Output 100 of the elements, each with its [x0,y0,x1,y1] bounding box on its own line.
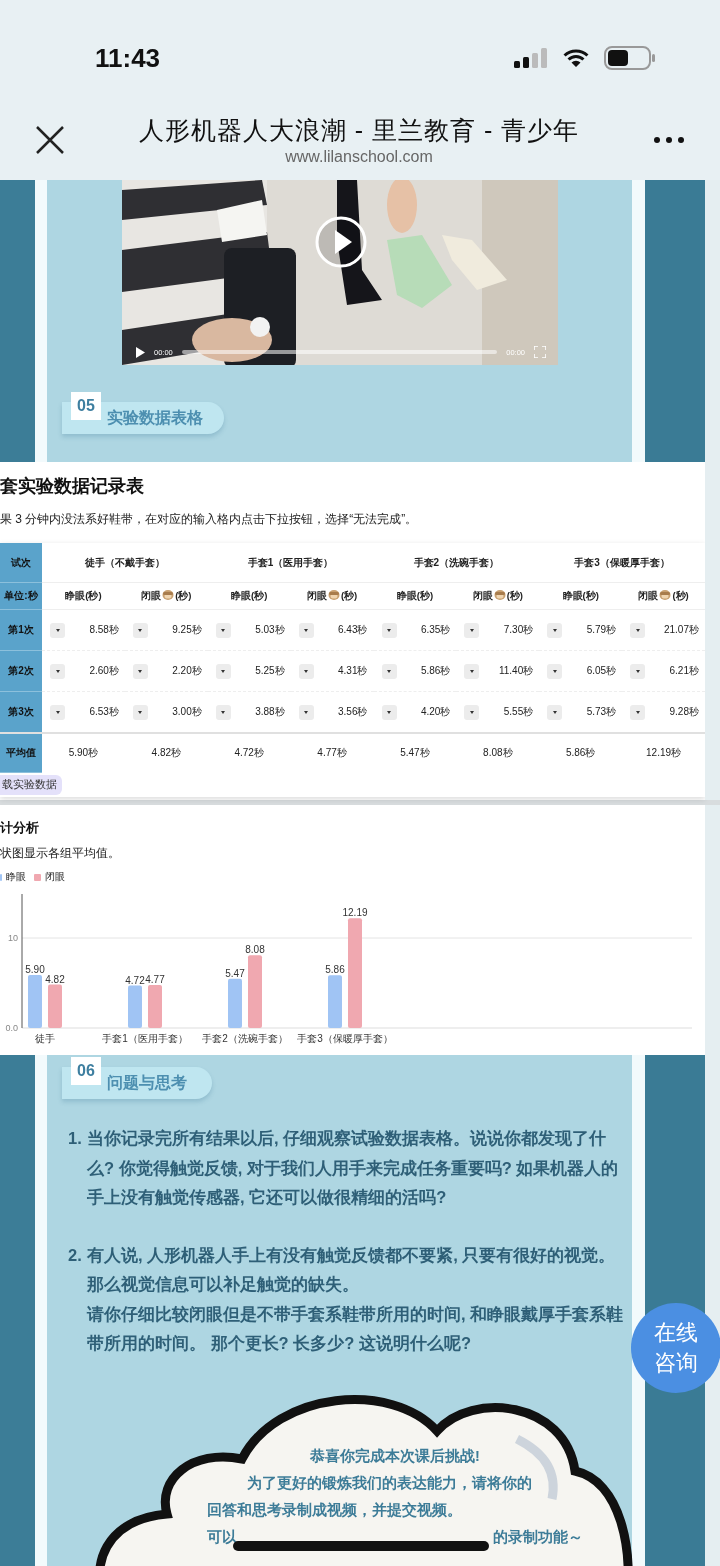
data-label: 5.90 [25,963,45,975]
tick-label: 0.0 [5,1023,18,1033]
dropdown-button[interactable] [50,663,65,679]
dropdown-button[interactable] [298,622,314,638]
dropdown-button[interactable] [132,622,148,638]
table-cell: 6.05秒 [586,664,617,678]
download-button[interactable]: 载实验数据 [0,775,62,795]
cloud-text: 恭喜你完成本次课后挑战! [310,1446,481,1465]
legend-label: 闭眼 [45,870,65,884]
table-cell: 21.07秒 [663,623,699,637]
row-header: 单位:秒 [4,590,38,601]
table-cell: 4.82秒 [151,747,182,759]
table-cell: 5.79秒 [586,623,617,637]
dropdown-button[interactable] [630,704,646,720]
question-text: 有人说, 人形机器人手上有没有触觉反馈都不要紧, 只要有很好的视觉。那么视觉信息可以补足触觉的缺失。 [87,1244,617,1295]
data-label: 5.86 [325,964,345,976]
dropdown-button[interactable] [464,663,480,679]
column-header: 睁眼(秒) [396,589,434,601]
dropdown-button[interactable] [381,622,397,638]
dropdown-button[interactable] [547,663,563,679]
dropdown-button[interactable] [630,622,646,638]
bar [328,975,342,1028]
play-icon[interactable] [314,215,368,269]
question-text: 请你仔细比较闭眼但是不带手套系鞋带所用的时间, 和睁眼戴厚手套系鞋带所用的时间。 那个更长? 长多少? 这说明什么呢? [87,1303,625,1354]
column-group-header: 手套1（医用手套） [247,556,334,568]
column-group-header: 手套2（洗碗手套） [413,556,500,568]
table-cell: 5.73秒 [586,705,617,719]
caret-icon [635,710,640,714]
row-header: 第1次 [8,624,34,635]
table-cell: 2.60秒 [89,664,119,678]
row-header: 第3次 [8,706,34,717]
column-group-header: 手套3（保暖厚手套） [574,556,670,568]
table-cell: 9.28秒 [669,705,699,719]
caret-icon [387,669,391,673]
category-label: 徒手 [35,1033,55,1044]
caret-icon [304,628,309,632]
table-cell: 5.25秒 [255,664,285,678]
row-header: 第2次 [8,665,34,676]
table-cell: 7.30秒 [503,623,534,637]
dropdown-button[interactable] [630,663,646,679]
table-title: 套实验数据记录表 [0,475,145,498]
table-cell: 3.00秒 [172,705,202,719]
table-cell: 5.86秒 [420,664,451,678]
data-label: 5.47 [225,967,245,979]
caret-icon [552,710,557,714]
table-cell: 4.72秒 [234,747,264,759]
caret-icon [55,710,60,714]
dropdown-button[interactable] [215,663,231,679]
dropdown-button[interactable] [381,663,397,679]
dropdown-button[interactable] [50,622,65,638]
column-group-header: 徒手（不戴手套） [84,556,165,568]
caret-icon [221,669,226,673]
dropdown-button[interactable] [215,704,231,720]
chart-subtitle: 状图显示各组平均值。 [0,845,121,862]
table-cell: 6.43秒 [338,623,368,637]
section-number: 05 [71,392,101,420]
cloud-text: 的录制功能～ [493,1527,583,1546]
caret-icon [635,669,640,673]
dropdown-button[interactable] [381,704,397,720]
cloud-text: 为了更好的锻炼我们的表达能力，请将你的 [247,1473,533,1492]
column-header: 闭眼 [306,590,327,601]
column-header: (秒) [175,590,192,601]
dropdown-button[interactable] [50,704,65,720]
dropdown-button[interactable] [298,704,314,720]
category-label: 手套3（保暖厚手套） [297,1033,393,1044]
table-cell: 2.20秒 [172,664,202,678]
play-icon[interactable] [135,346,145,358]
dropdown-button[interactable] [132,663,148,679]
caret-icon [469,628,474,632]
caret-icon [138,710,143,714]
caret-icon [387,710,391,714]
dropdown-button[interactable] [464,622,480,638]
dropdown-button[interactable] [215,622,231,638]
progress-bar[interactable] [181,350,498,354]
dropdown-button[interactable] [132,704,148,720]
table-cell: 12.19秒 [646,747,682,759]
section-title: 实验数据表格 [107,407,203,428]
dropdown-button[interactable] [547,704,563,720]
bar [28,974,42,1028]
data-label: 4.77 [145,974,165,986]
bar [48,984,62,1028]
close-icon[interactable] [35,125,65,155]
caret-icon [552,669,557,673]
dropdown-button[interactable] [464,704,480,720]
category-label: 手套1（医用手套） [102,1033,188,1044]
table-cell: 8.08秒 [483,747,513,759]
dropdown-button[interactable] [547,622,563,638]
dropdown-button[interactable] [298,663,314,679]
row-header: 试次 [11,556,31,568]
more-icon[interactable] [653,136,685,144]
caret-icon [221,710,226,714]
section-number: 06 [71,1057,101,1085]
column-header: 睁眼(秒) [65,589,102,601]
chart-title: 计分析 [0,819,40,837]
table-cell: 3.56秒 [338,705,368,719]
data-label: 4.82 [45,973,65,985]
caret-icon [304,710,309,714]
bar [148,985,162,1028]
category-label: 手套2（洗碗手套） [202,1033,288,1044]
caret-icon [55,669,60,673]
